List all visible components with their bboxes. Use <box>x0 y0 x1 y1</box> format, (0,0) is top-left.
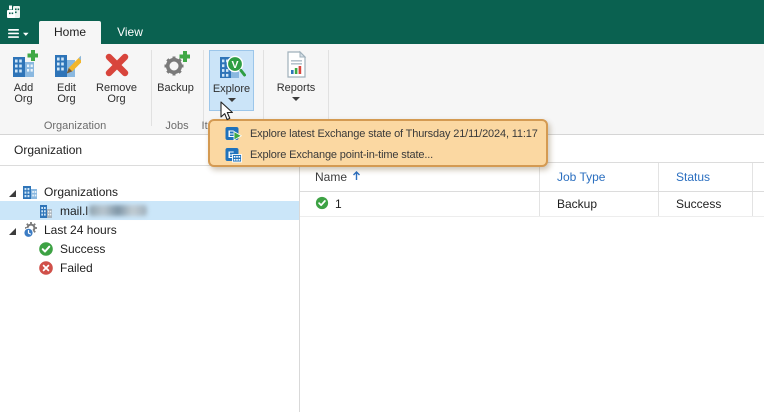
column-header-label: Name <box>315 170 348 184</box>
column-header-name[interactable]: Name <box>300 163 540 191</box>
reports-dropdown-caret-icon <box>292 97 300 101</box>
tree-item-success[interactable]: Success <box>0 239 299 258</box>
reports-button[interactable]: Reports <box>271 50 321 111</box>
tab-view-label: View <box>117 25 143 39</box>
failed-icon <box>38 260 54 276</box>
column-header-label: Status <box>676 170 711 184</box>
success-icon <box>315 196 329 213</box>
success-icon <box>38 241 54 257</box>
ribbon-separator <box>203 50 204 126</box>
title-bar <box>0 0 764 21</box>
add-org-icon <box>3 50 44 81</box>
row-job-type-text: Backup <box>557 197 598 211</box>
tree-item-label: mail.l <box>60 203 148 218</box>
edit-org-icon <box>46 50 87 81</box>
tab-view[interactable]: View <box>103 21 157 44</box>
explore-dropdown-menu: E Explore latest Exchange state of Thurs… <box>208 119 548 167</box>
menu-item-label: Explore Exchange point-in-time state... <box>250 148 434 161</box>
exchange-point-in-time-icon: E <box>225 147 242 163</box>
ribbon-separator <box>328 50 329 126</box>
explore-icon: V <box>210 51 253 82</box>
ribbon-tab-strip: Home View <box>0 21 764 44</box>
edit-org-button[interactable]: Edit Org <box>46 50 87 111</box>
org-name-text: mail.l <box>60 203 89 218</box>
organization-panel: Organization Organizations mail.l Last 2… <box>0 135 300 412</box>
menu-item-label: Explore latest Exchange state of Thursda… <box>250 127 538 140</box>
table-row[interactable]: 1 Backup Success <box>300 192 764 217</box>
ribbon-separator <box>263 50 264 126</box>
backup-label: Backup <box>157 82 194 94</box>
row-status-cell: Success <box>659 192 753 216</box>
row-status-text: Success <box>676 197 722 211</box>
menu-item-explore-point-in-time[interactable]: E Explore Exchange point-in-time state..… <box>210 144 546 165</box>
expander-icon[interactable] <box>8 225 17 235</box>
explore-label: Explore <box>212 83 251 95</box>
row-job-type-cell: Backup <box>540 192 659 216</box>
tree-item-organizations[interactable]: Organizations <box>0 182 299 201</box>
column-header-label: Job Type <box>557 170 606 184</box>
explore-dropdown-caret-icon <box>227 98 236 102</box>
ribbon-separator <box>151 50 152 126</box>
row-name-cell: 1 <box>300 192 540 216</box>
reports-label: Reports <box>276 82 316 94</box>
tab-home-label: Home <box>53 25 86 39</box>
remove-org-icon <box>91 50 142 81</box>
expander-icon[interactable] <box>8 187 17 197</box>
ribbon-group-organization: Organization <box>43 120 107 132</box>
svg-text:V: V <box>231 59 238 71</box>
jobs-grid: Name Job Type Status 1 Backup Success <box>300 135 764 412</box>
add-org-label: Add Org <box>13 82 34 105</box>
column-header-job-type[interactable]: Job Type <box>540 163 659 191</box>
redacted-text <box>89 204 148 216</box>
organization-icon <box>38 203 54 219</box>
add-org-button[interactable]: Add Org <box>3 50 44 111</box>
backup-button[interactable]: Backup <box>154 50 197 111</box>
tab-home[interactable]: Home <box>39 21 101 44</box>
last-24-hours-icon <box>22 221 38 238</box>
remove-org-label: Remove Org <box>96 82 137 105</box>
menu-item-explore-latest-state[interactable]: E Explore latest Exchange state of Thurs… <box>210 123 546 144</box>
tree-item-label: Last 24 hours <box>44 222 117 237</box>
file-menu-button[interactable] <box>8 27 32 45</box>
sort-ascending-icon <box>352 170 361 184</box>
tree-item-label: Failed <box>60 260 93 275</box>
veeam-backup-console-window: Home View Add Org Edit Org Remove Org Ba… <box>0 0 764 412</box>
tree-item-failed[interactable]: Failed <box>0 258 299 277</box>
edit-org-label: Edit Org <box>57 82 76 105</box>
exchange-latest-icon: E <box>225 126 243 142</box>
column-header-status[interactable]: Status <box>659 163 753 191</box>
explore-button[interactable]: V Explore <box>209 50 254 111</box>
reports-icon <box>271 50 321 81</box>
backup-icon <box>154 50 197 81</box>
organizations-icon <box>22 184 38 200</box>
tree-item-last-24-hours[interactable]: Last 24 hours <box>0 220 299 239</box>
tree-item-label: Organizations <box>44 184 119 199</box>
organization-tree: Organizations mail.l Last 24 hours Succe… <box>0 166 299 277</box>
svg-text:E: E <box>228 129 234 140</box>
row-name-text: 1 <box>335 197 342 211</box>
tree-item-organization-mail[interactable]: mail.l <box>0 201 299 220</box>
remove-org-button[interactable]: Remove Org <box>91 50 142 111</box>
tree-item-label: Success <box>60 241 106 256</box>
